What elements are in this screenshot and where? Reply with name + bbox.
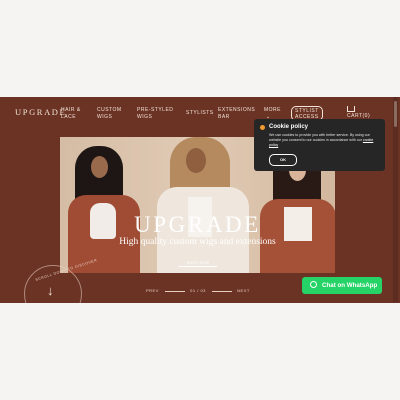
hero-title: UPGRADE [134,212,261,237]
shop-now-button[interactable]: SHOP NOW [179,261,217,267]
slider-counter: 01 / 03 [190,288,206,294]
slider-divider [164,290,185,292]
whatsapp-icon [310,281,317,288]
cookie-title: Cookie policy [269,124,309,130]
whatsapp-chat-button[interactable]: Chat on WhatsApp [302,277,382,294]
nav-item-custom-wigs[interactable]: CUSTOM WIGS [97,107,122,121]
logo[interactable]: UPGRADE [15,107,66,117]
cookie-ok-button[interactable]: OK [269,154,297,166]
cookie-text: We use cookies to provide you with bette… [269,133,374,147]
slider-divider [211,290,232,292]
scrollbar-thumb[interactable] [394,101,397,127]
nav-item-hair-lace[interactable]: HAIR & LACE [61,107,81,121]
nav-item-stylists[interactable]: STYLISTS [186,110,214,117]
nav-item-pre-styled-wigs[interactable]: PRE-STYLED WIGS [137,107,173,121]
hero-subtitle: High quality custom wigs and extensions [119,237,276,247]
slider-prev-button[interactable]: PREV [146,288,159,293]
cart-link[interactable]: CART(0) [347,106,370,120]
cookie-policy-popup: Cookie policy We use cookies to provide … [254,119,385,171]
page-scrollbar[interactable] [393,97,398,302]
cookie-icon [260,125,265,130]
slider-controls: PREV 01 / 03 NEXT [146,288,250,293]
shopping-bag-icon [347,106,355,112]
nav-item-extensions-bar[interactable]: EXTENSIONS BAR [218,107,255,121]
slider-next-button[interactable]: NEXT [237,288,250,293]
arrow-down-icon[interactable]: ↓ [47,284,54,297]
